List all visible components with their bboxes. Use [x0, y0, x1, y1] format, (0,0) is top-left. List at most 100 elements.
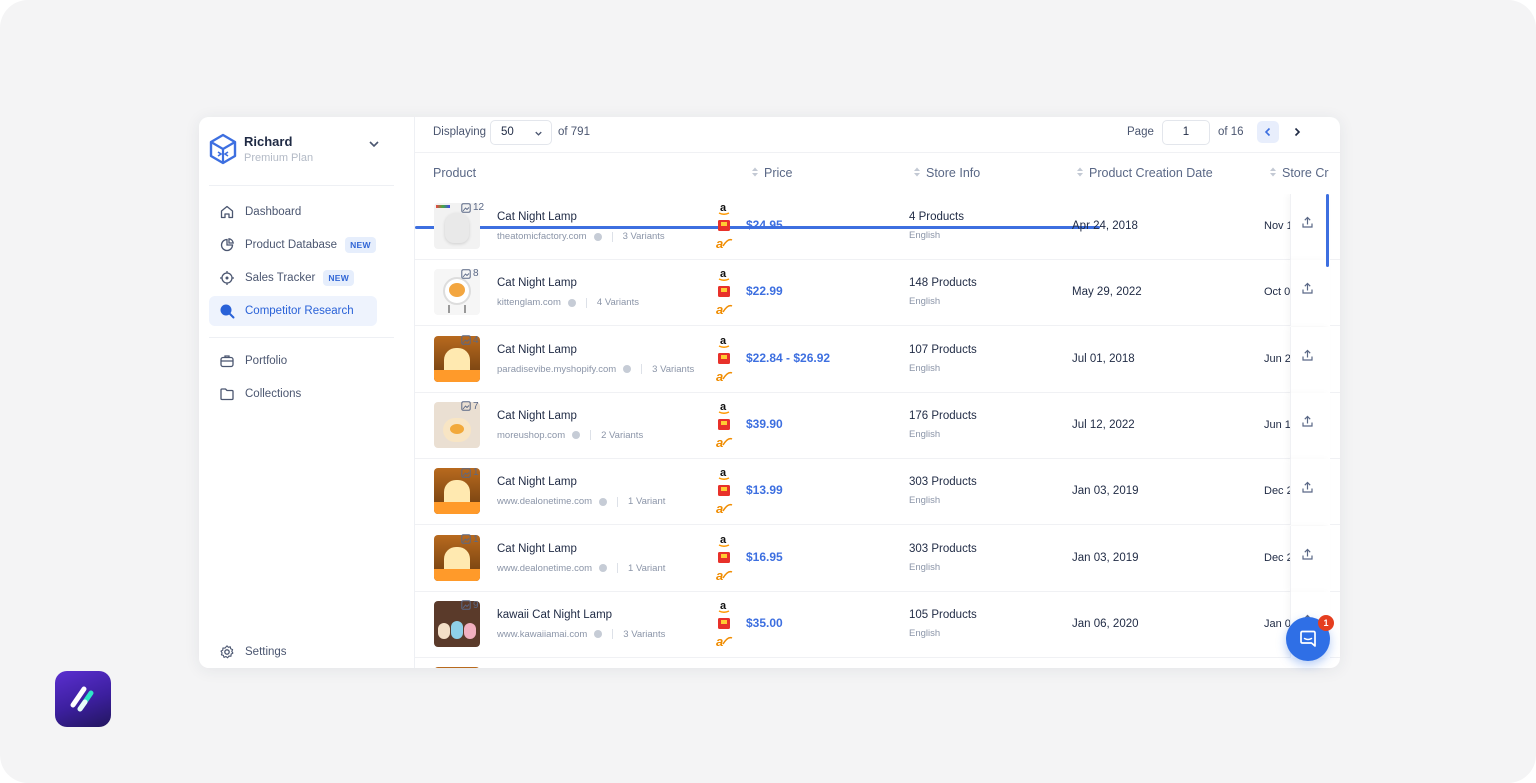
sidebar-item-dashboard[interactable]: Dashboard	[209, 197, 377, 227]
column-header-product-creation-date[interactable]: Product Creation Date	[1076, 166, 1213, 180]
new-badge: NEW	[345, 237, 376, 253]
store-language: English	[909, 296, 941, 308]
store-domain[interactable]: moreushop.com	[497, 430, 565, 441]
sidebar-item-competitor-research[interactable]: Competitor Research	[209, 296, 377, 326]
product-name[interactable]: Cat Night Lamp	[497, 211, 577, 223]
info-icon[interactable]	[567, 298, 576, 307]
image-icon	[461, 467, 471, 478]
previous-page-button[interactable]	[1257, 121, 1279, 143]
column-header-store-creation[interactable]: Store Cr	[1269, 166, 1329, 180]
table-row[interactable]: 9 kawaii Cat Night Lamp www.kawaiiamai.com…	[415, 591, 1340, 658]
svg-text:a: a	[720, 534, 727, 546]
account-switcher[interactable]: Richard Premium Plan	[209, 131, 381, 167]
displaying-label: Displaying	[433, 126, 487, 138]
store-domain[interactable]: www.kawaiiamai.com	[497, 629, 587, 640]
sidebar-item-label: Product Database	[245, 239, 338, 251]
info-icon[interactable]	[594, 630, 603, 639]
variant-count: 3 Variants	[623, 628, 666, 640]
export-button[interactable]	[1290, 392, 1330, 459]
product-creation-date: Jan 06, 2020	[1072, 617, 1139, 630]
table-row-partial[interactable]	[415, 658, 1340, 668]
store-domain[interactable]: www.dealonetime.com	[497, 563, 592, 574]
per-page-select[interactable]: 50	[490, 120, 552, 145]
next-page-button[interactable]	[1286, 121, 1308, 143]
export-icon	[1302, 415, 1313, 427]
column-header-store-info[interactable]: Store Info	[913, 166, 980, 180]
table-row[interactable]: 8 Cat Night Lamp kittenglam.com 4 Variants a…	[415, 260, 1340, 327]
page-number-input[interactable]: 1	[1162, 120, 1210, 145]
product-name[interactable]: Cat Night Lamp	[497, 543, 577, 555]
sort-icon	[1077, 167, 1083, 177]
export-button[interactable]	[1290, 525, 1330, 592]
product-creation-date: Jul 12, 2022	[1072, 418, 1135, 431]
product-meta: theatomicfactory.com 3 Variants	[497, 231, 665, 242]
sidebar-item-collections[interactable]: Collections	[209, 379, 377, 409]
store-language: English	[909, 627, 941, 639]
product-name[interactable]: kawaii Cat Night Lamp	[497, 609, 612, 621]
sidebar-item-label: Portfolio	[245, 355, 288, 367]
product-name[interactable]: Cat Night Lamp	[497, 476, 577, 488]
store-product-count: 148 Products	[909, 277, 977, 290]
variant-count: 1 Variant	[628, 496, 666, 508]
sidebar-item-portfolio[interactable]: Portfolio	[209, 346, 377, 376]
image-count: 8	[461, 268, 479, 279]
product-meta: www.kawaiiamai.com 3 Variants	[497, 629, 665, 640]
variant-count: 3 Variants	[622, 231, 665, 242]
table-row[interactable]: 1 Cat Night Lamp www.dealonetime.com 1 Vari…	[415, 459, 1340, 526]
info-icon[interactable]	[623, 365, 632, 374]
product-name[interactable]: Cat Night Lamp	[497, 344, 577, 356]
pie-chart-icon	[220, 238, 234, 252]
product-thumbnail[interactable]	[434, 667, 480, 668]
table-row[interactable]: 1 Cat Night Lamp www.dealonetime.com 1 Vari…	[415, 525, 1340, 592]
product-price: $24.95	[746, 218, 783, 232]
info-icon[interactable]	[593, 232, 602, 241]
svg-text:a: a	[720, 467, 727, 479]
table-row[interactable]: 12 Cat Night Lamp theatomicfactory.com 3 Va…	[415, 194, 1340, 260]
store-creation-date: Oct 0	[1264, 286, 1290, 299]
info-icon[interactable]	[572, 431, 581, 440]
product-name[interactable]: Cat Night Lamp	[497, 410, 577, 422]
gear-icon	[220, 645, 234, 659]
table-row[interactable]: 7 Cat Night Lamp moreushop.com 2 Variants a a…	[415, 392, 1340, 459]
product-meta: www.dealonetime.com 1 Variant	[497, 496, 665, 507]
info-icon[interactable]	[599, 564, 608, 572]
sidebar-item-sales-tracker[interactable]: Sales Tracker NEW	[209, 263, 377, 293]
vertical-scrollbar[interactable]	[1326, 194, 1329, 267]
svg-text:a: a	[716, 236, 723, 251]
column-header-product[interactable]: Product	[433, 166, 476, 180]
sidebar-item-product-database[interactable]: Product Database NEW	[209, 230, 377, 260]
store-creation-date: Nov 1	[1264, 220, 1290, 232]
svg-text:a: a	[716, 568, 723, 583]
sidebar-item-label: Dashboard	[245, 206, 302, 218]
divider	[612, 629, 614, 640]
export-icon	[1302, 548, 1313, 560]
product-creation-date: Apr 24, 2018	[1072, 220, 1138, 232]
sidebar-item-label: Settings	[245, 646, 287, 658]
sidebar-item-settings[interactable]: Settings	[209, 637, 377, 667]
product-creation-date: Jan 03, 2019	[1072, 551, 1139, 564]
export-button[interactable]	[1290, 459, 1330, 526]
sidebar-divider	[209, 185, 394, 186]
export-button[interactable]	[1290, 260, 1330, 327]
export-button[interactable]	[1290, 326, 1330, 393]
export-button[interactable]	[1290, 194, 1330, 260]
table-row[interactable]: 4 Cat Night Lamp paradisevibe.myshopify.co…	[415, 326, 1340, 393]
product-price: $22.99	[746, 284, 783, 299]
store-product-count: 107 Products	[909, 343, 977, 356]
svg-text:a: a	[716, 302, 723, 317]
store-domain[interactable]: paradisevibe.myshopify.com	[497, 364, 616, 375]
store-domain[interactable]: kittenglam.com	[497, 297, 561, 308]
product-name[interactable]: Cat Night Lamp	[497, 277, 577, 289]
store-domain[interactable]: www.dealonetime.com	[497, 496, 592, 507]
store-domain[interactable]: theatomicfactory.com	[497, 231, 587, 242]
store-product-count: 4 Products	[909, 211, 964, 223]
store-language: English	[909, 230, 941, 241]
divider	[617, 563, 619, 573]
sidebar-divider	[209, 337, 394, 338]
column-header-price[interactable]: Price	[751, 166, 792, 180]
product-price: $39.90	[746, 416, 783, 431]
info-icon[interactable]	[599, 497, 608, 506]
sort-icon	[752, 167, 758, 177]
svg-text:a: a	[716, 634, 723, 649]
svg-text:a: a	[716, 435, 723, 450]
